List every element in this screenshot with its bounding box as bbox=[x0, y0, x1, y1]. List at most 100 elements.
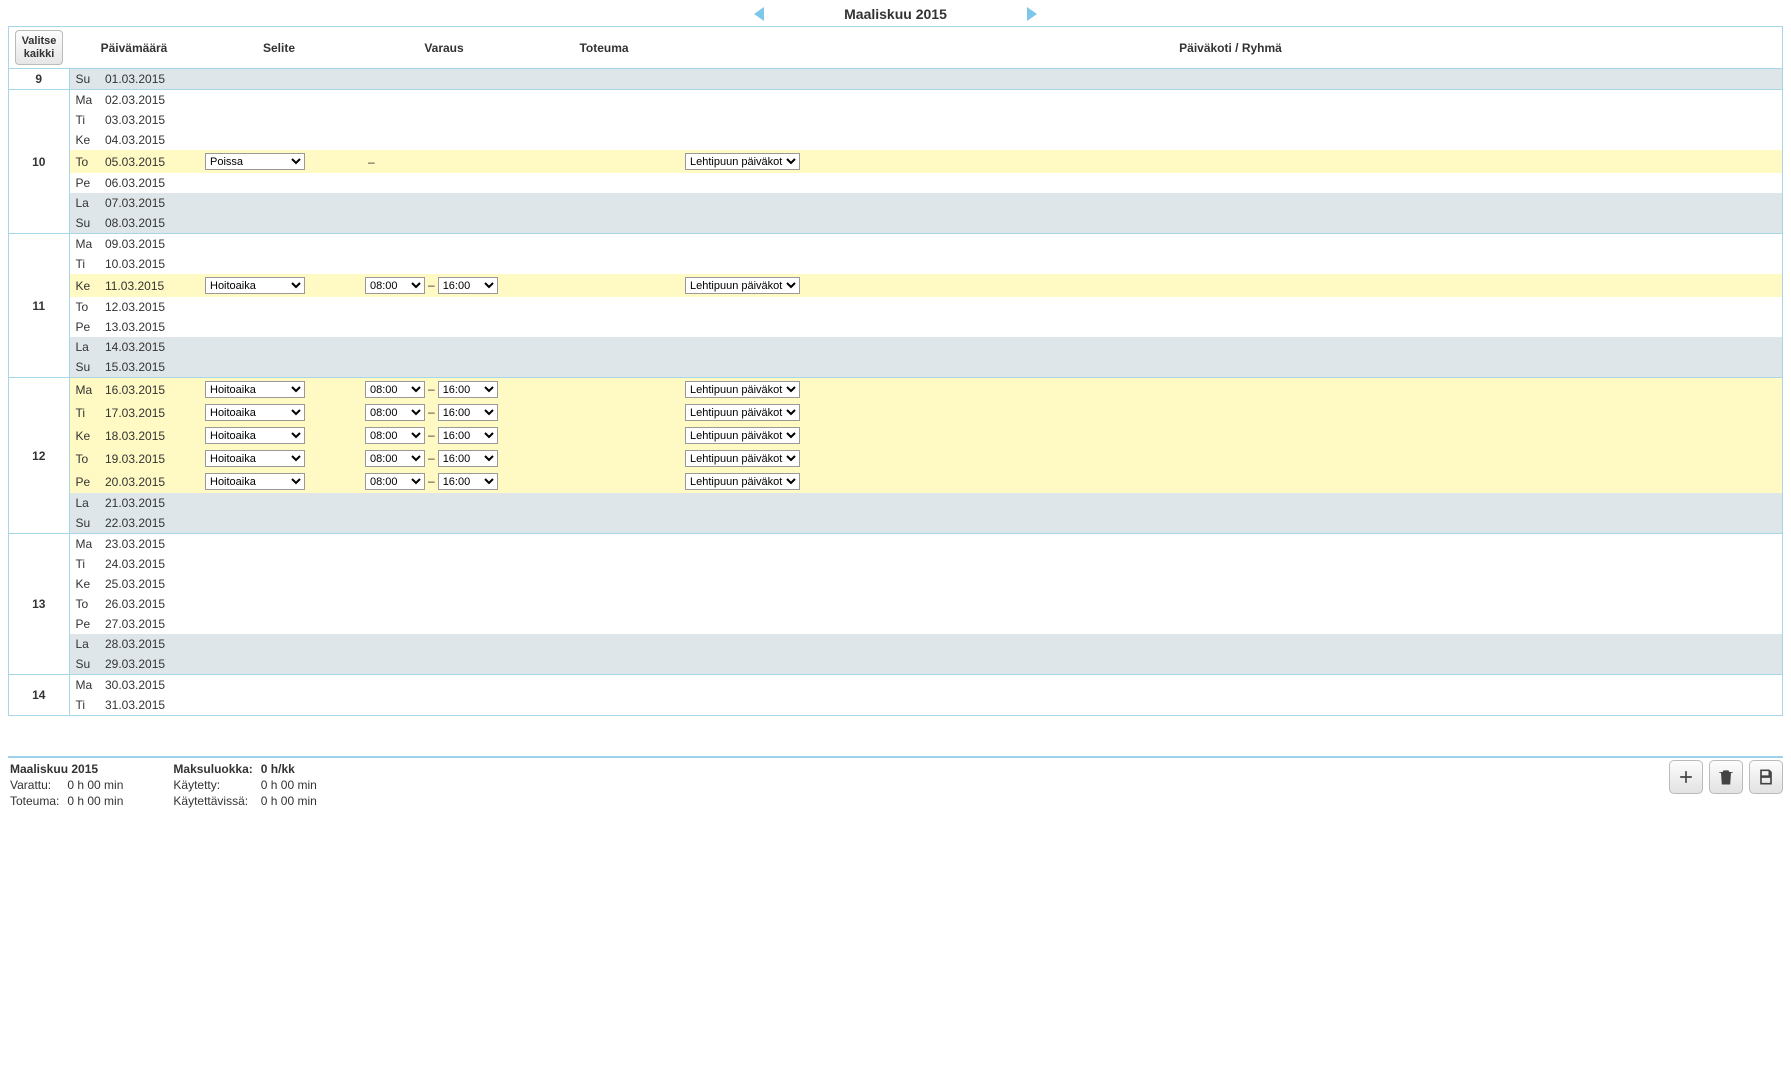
table-row[interactable]: Ti31.03.2015 bbox=[9, 695, 1783, 716]
ryhma-cell bbox=[679, 513, 1783, 534]
table-row[interactable]: Ke11.03.2015Hoitoaika08:00–16:00Lehtipuu… bbox=[9, 274, 1783, 297]
time-to-select[interactable]: 16:00 bbox=[438, 277, 498, 294]
selite-select[interactable]: Hoitoaika bbox=[205, 404, 305, 421]
date-cell: 22.03.2015 bbox=[99, 513, 199, 534]
time-from-select[interactable]: 08:00 bbox=[365, 450, 425, 467]
add-button[interactable] bbox=[1669, 760, 1703, 794]
date-cell: 17.03.2015 bbox=[99, 401, 199, 424]
ryhma-select[interactable]: Lehtipuun päiväkoti bbox=[685, 404, 800, 421]
time-to-select[interactable]: 16:00 bbox=[438, 473, 498, 490]
table-row[interactable]: 14Ma30.03.2015 bbox=[9, 675, 1783, 696]
ryhma-cell: Lehtipuun päiväkoti bbox=[679, 424, 1783, 447]
ryhma-cell bbox=[679, 173, 1783, 193]
ryhma-select[interactable]: Lehtipuun päiväkoti bbox=[685, 277, 800, 294]
select-all-button[interactable]: Valitse kaikki bbox=[15, 30, 63, 65]
save-button[interactable] bbox=[1749, 760, 1783, 794]
table-row[interactable]: Ti03.03.2015 bbox=[9, 110, 1783, 130]
time-from-select[interactable]: 08:00 bbox=[365, 427, 425, 444]
table-row[interactable]: 9Su01.03.2015 bbox=[9, 69, 1783, 90]
time-from-select[interactable]: 08:00 bbox=[365, 404, 425, 421]
next-month-button[interactable] bbox=[1027, 7, 1037, 21]
selite-select[interactable]: Hoitoaika bbox=[205, 277, 305, 294]
varaus-cell bbox=[359, 554, 529, 574]
selite-select[interactable]: Poissa bbox=[205, 153, 305, 170]
table-row[interactable]: Pe13.03.2015 bbox=[9, 317, 1783, 337]
varaus-cell: 08:00–16:00 bbox=[359, 470, 529, 493]
prev-month-button[interactable] bbox=[754, 7, 764, 21]
toteuma-cell bbox=[529, 130, 679, 150]
time-to-select[interactable]: 16:00 bbox=[438, 404, 498, 421]
varaus-cell bbox=[359, 357, 529, 378]
table-row[interactable]: Pe06.03.2015 bbox=[9, 173, 1783, 193]
table-row[interactable]: Ti17.03.2015Hoitoaika08:00–16:00Lehtipuu… bbox=[9, 401, 1783, 424]
table-row[interactable]: La28.03.2015 bbox=[9, 634, 1783, 654]
ryhma-cell bbox=[679, 337, 1783, 357]
toteuma-cell bbox=[529, 634, 679, 654]
selite-select[interactable]: Hoitoaika bbox=[205, 473, 305, 490]
table-row[interactable]: Su15.03.2015 bbox=[9, 357, 1783, 378]
date-cell: 14.03.2015 bbox=[99, 337, 199, 357]
toteuma-cell bbox=[529, 534, 679, 555]
table-row[interactable]: Ke18.03.2015Hoitoaika08:00–16:00Lehtipuu… bbox=[9, 424, 1783, 447]
table-row[interactable]: La14.03.2015 bbox=[9, 337, 1783, 357]
selite-cell bbox=[199, 110, 359, 130]
time-from-select[interactable]: 08:00 bbox=[365, 277, 425, 294]
table-row[interactable]: 10Ma02.03.2015 bbox=[9, 90, 1783, 111]
date-cell: 03.03.2015 bbox=[99, 110, 199, 130]
day-of-week: Su bbox=[69, 69, 99, 90]
ryhma-select[interactable]: Lehtipuun päiväkoti bbox=[685, 450, 800, 467]
varaus-cell bbox=[359, 193, 529, 213]
date-cell: 20.03.2015 bbox=[99, 470, 199, 493]
ryhma-select[interactable]: Lehtipuun päiväkoti bbox=[685, 473, 800, 490]
table-row[interactable]: Ti24.03.2015 bbox=[9, 554, 1783, 574]
table-row[interactable]: La21.03.2015 bbox=[9, 493, 1783, 513]
time-to-select[interactable]: 16:00 bbox=[438, 381, 498, 398]
col-header-varaus: Varaus bbox=[359, 27, 529, 69]
toteuma-cell bbox=[529, 675, 679, 696]
table-row[interactable]: Su29.03.2015 bbox=[9, 654, 1783, 675]
day-of-week: La bbox=[69, 337, 99, 357]
table-row[interactable]: 11Ma09.03.2015 bbox=[9, 234, 1783, 255]
ryhma-select[interactable]: Lehtipuun päiväkoti bbox=[685, 427, 800, 444]
table-row[interactable]: To05.03.2015Poissa–Lehtipuun päiväkoti bbox=[9, 150, 1783, 173]
selite-select[interactable]: Hoitoaika bbox=[205, 450, 305, 467]
col-header-date: Päivämäärä bbox=[69, 27, 199, 69]
delete-button[interactable] bbox=[1709, 760, 1743, 794]
time-from-select[interactable]: 08:00 bbox=[365, 381, 425, 398]
table-row[interactable]: 12Ma16.03.2015Hoitoaika08:00–16:00Lehtip… bbox=[9, 378, 1783, 402]
date-cell: 08.03.2015 bbox=[99, 213, 199, 234]
date-cell: 15.03.2015 bbox=[99, 357, 199, 378]
ryhma-select[interactable]: Lehtipuun päiväkoti bbox=[685, 381, 800, 398]
time-from-select[interactable]: 08:00 bbox=[365, 473, 425, 490]
day-of-week: Ma bbox=[69, 534, 99, 555]
table-row[interactable]: To26.03.2015 bbox=[9, 594, 1783, 614]
ryhma-cell bbox=[679, 193, 1783, 213]
selite-select[interactable]: Hoitoaika bbox=[205, 427, 305, 444]
table-row[interactable]: Pe20.03.2015Hoitoaika08:00–16:00Lehtipuu… bbox=[9, 470, 1783, 493]
selite-cell bbox=[199, 493, 359, 513]
day-of-week: Su bbox=[69, 213, 99, 234]
ryhma-select[interactable]: Lehtipuun päiväkoti bbox=[685, 153, 800, 170]
date-cell: 26.03.2015 bbox=[99, 594, 199, 614]
selite-cell: Hoitoaika bbox=[199, 470, 359, 493]
selite-select[interactable]: Hoitoaika bbox=[205, 381, 305, 398]
time-to-select[interactable]: 16:00 bbox=[438, 450, 498, 467]
table-row[interactable]: To12.03.2015 bbox=[9, 297, 1783, 317]
time-to-select[interactable]: 16:00 bbox=[438, 427, 498, 444]
table-row[interactable]: Su08.03.2015 bbox=[9, 213, 1783, 234]
table-row[interactable]: Ke25.03.2015 bbox=[9, 574, 1783, 594]
table-row[interactable]: Ti10.03.2015 bbox=[9, 254, 1783, 274]
week-number: 9 bbox=[9, 69, 70, 90]
varaus-cell bbox=[359, 317, 529, 337]
table-row[interactable]: Pe27.03.2015 bbox=[9, 614, 1783, 634]
footer-month-title: Maaliskuu 2015 bbox=[10, 762, 129, 776]
selite-cell: Hoitoaika bbox=[199, 401, 359, 424]
ryhma-cell: Lehtipuun päiväkoti bbox=[679, 470, 1783, 493]
table-row[interactable]: 13Ma23.03.2015 bbox=[9, 534, 1783, 555]
day-of-week: Ti bbox=[69, 401, 99, 424]
table-row[interactable]: To19.03.2015Hoitoaika08:00–16:00Lehtipuu… bbox=[9, 447, 1783, 470]
table-row[interactable]: La07.03.2015 bbox=[9, 193, 1783, 213]
day-of-week: Su bbox=[69, 513, 99, 534]
table-row[interactable]: Su22.03.2015 bbox=[9, 513, 1783, 534]
table-row[interactable]: Ke04.03.2015 bbox=[9, 130, 1783, 150]
